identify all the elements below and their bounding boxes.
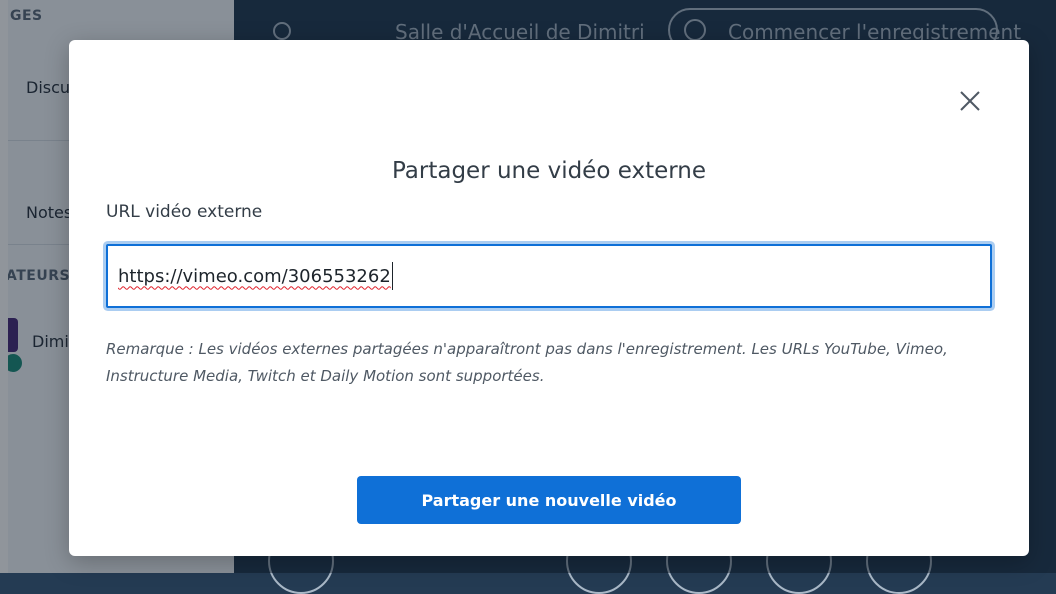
url-input-value: https://vimeo.com/306553262 [118,265,391,287]
url-input[interactable]: https://vimeo.com/306553262 [106,244,992,308]
url-field-label: URL vidéo externe [106,202,263,222]
text-caret [391,262,393,290]
remark-note: Remarque : Les vidéos externes partagées… [106,340,948,385]
modal-title: Partager une vidéo externe [391,158,707,184]
share-external-video-modal: Partager une vidéo externe URL vidéo ext… [69,40,1029,556]
close-icon [960,91,980,111]
close-button[interactable] [955,86,985,116]
share-new-video-button[interactable]: Partager une nouvelle vidéo [357,476,741,524]
